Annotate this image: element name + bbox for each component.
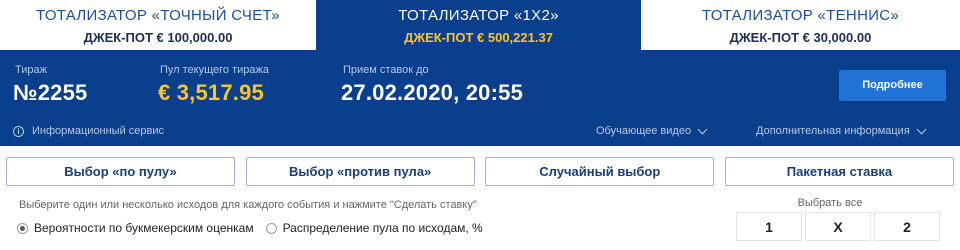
info-row: i Информационный сервис Обучающее видео … — [0, 124, 960, 141]
more-info-label: Дополнительная информация — [756, 125, 910, 137]
select-all-outcomes: 1 X 2 — [736, 212, 943, 241]
radio-pool-distribution[interactable]: Распределение пула по исходам, % — [265, 221, 483, 235]
radio-unchecked-icon — [265, 222, 277, 234]
tab-1x2[interactable]: ТОТАЛИЗАТОР «1Х2» ДЖЕК-ПОТ € 500,221.37 — [316, 0, 641, 50]
selection-hint: Выберите один или несколько исходов для … — [19, 199, 477, 211]
pool-label: Пул текущего тиража — [160, 64, 269, 76]
tab-exact-score[interactable]: ТОТАЛИЗАТОР «ТОЧНЫЙ СЧЕТ» ДЖЕК-ПОТ € 100… — [0, 0, 316, 50]
radio-label: Распределение пула по исходам, % — [282, 221, 483, 235]
tutorial-video-link[interactable]: Обучающее видео — [596, 124, 708, 137]
tab-title: ТОТАЛИЗАТОР «ТЕННИС» — [701, 7, 900, 24]
random-select-button[interactable]: Случайный выбор — [485, 157, 715, 186]
info-service-link[interactable]: i Информационный сервис — [13, 125, 164, 137]
radio-label: Вероятности по букмекерским оценкам — [34, 221, 254, 235]
details-button[interactable]: Подробнее — [839, 70, 946, 101]
radio-bookmaker-probabilities[interactable]: Вероятности по букмекерским оценкам — [17, 221, 254, 235]
draw-info-panel: Тираж №2255 Пул текущего тиража € 3,517.… — [0, 50, 960, 146]
tutorial-video-label: Обучающее видео — [596, 125, 692, 137]
tab-jackpot: ДЖЕК-ПОТ € 500,221.37 — [404, 30, 553, 45]
tab-title: ТОТАЛИЗАТОР «ТОЧНЫЙ СЧЕТ» — [36, 7, 280, 24]
tab-jackpot: ДЖЕК-ПОТ € 100,000.00 — [83, 30, 233, 45]
select-by-pool-button[interactable]: Выбор «по пулу» — [6, 157, 235, 186]
draw-label: Тираж — [15, 64, 47, 76]
tab-title: ТОТАЛИЗАТОР «1Х2» — [398, 7, 559, 24]
tab-tennis[interactable]: ТОТАЛИЗАТОР «ТЕННИС» ДЖЕК-ПОТ € 30,000.0… — [641, 0, 960, 50]
display-mode-radios: Вероятности по букмекерским оценкам Расп… — [17, 221, 483, 235]
deadline-value: 27.02.2020, 20:55 — [341, 80, 523, 105]
chevron-down-icon — [916, 124, 927, 134]
radio-checked-icon — [17, 222, 28, 234]
deadline-label: Прием ставок до — [343, 64, 429, 76]
tab-jackpot: ДЖЕК-ПОТ € 30,000.00 — [729, 30, 872, 45]
select-all-1-button[interactable]: 1 — [736, 212, 802, 241]
select-all-label: Выбрать все — [797, 197, 863, 209]
select-against-pool-button[interactable]: Выбор «против пула» — [245, 157, 475, 186]
selection-buttons: Выбор «по пулу» Выбор «против пула» Случ… — [6, 157, 954, 186]
more-info-link[interactable]: Дополнительная информация — [756, 124, 927, 137]
select-all-2-button[interactable]: 2 — [874, 212, 940, 241]
info-icon: i — [13, 125, 24, 137]
draw-number: №2255 — [13, 80, 88, 105]
toto-tabs: ТОТАЛИЗАТОР «ТОЧНЫЙ СЧЕТ» ДЖЕК-ПОТ € 100… — [0, 0, 960, 50]
package-bet-button[interactable]: Пакетная ставка — [724, 157, 954, 186]
select-all-x-button[interactable]: X — [805, 212, 871, 241]
chevron-down-icon — [697, 124, 708, 134]
pool-value: € 3,517.95 — [158, 80, 264, 105]
info-service-label: Информационный сервис — [32, 125, 164, 137]
